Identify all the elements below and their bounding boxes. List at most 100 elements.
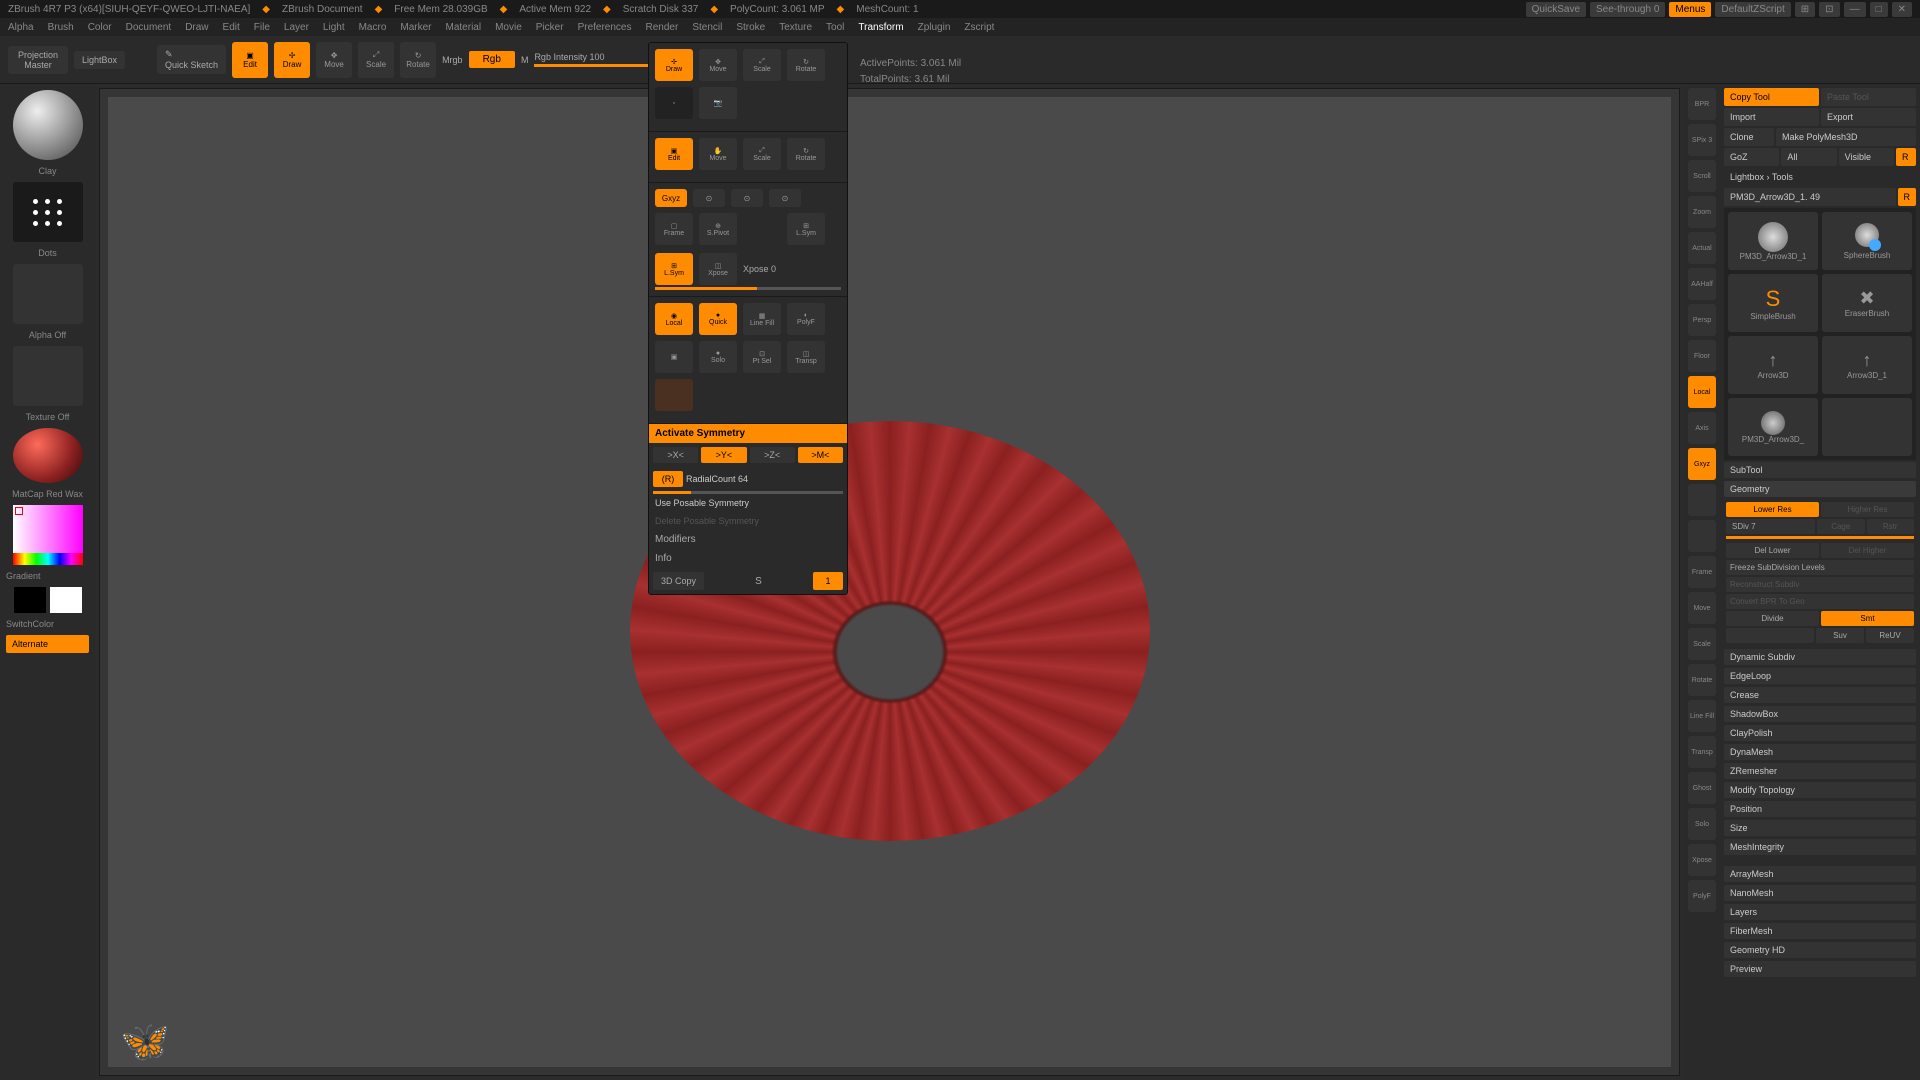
frame-button[interactable]: Frame xyxy=(1688,556,1716,588)
tool-thumb[interactable]: ✖EraserBrush xyxy=(1822,274,1912,332)
use-posable-symmetry-button[interactable]: Use Posable Symmetry xyxy=(649,494,847,512)
menu-alpha[interactable]: Alpha xyxy=(8,22,34,33)
clone-button[interactable]: Clone xyxy=(1724,128,1774,146)
window-maximize[interactable]: □ xyxy=(1870,2,1888,17)
rgb-button[interactable]: Rgb xyxy=(469,51,515,68)
menu-transform[interactable]: Transform xyxy=(858,22,903,33)
scale-button[interactable]: Scale xyxy=(1688,628,1716,660)
brush-preview[interactable] xyxy=(13,90,83,160)
actual-button[interactable]: Actual xyxy=(1688,232,1716,264)
reuv-button[interactable]: ReUV xyxy=(1866,628,1914,643)
menu-edit[interactable]: Edit xyxy=(223,22,240,33)
window-close[interactable]: ✕ xyxy=(1892,2,1912,17)
smt-button[interactable]: Smt xyxy=(1821,611,1914,626)
copy-tool-button[interactable]: Copy Tool xyxy=(1724,88,1819,106)
rotate-button[interactable]: ↻Rotate xyxy=(400,42,436,78)
axis-button[interactable]: Axis xyxy=(1688,412,1716,444)
crease-section[interactable]: Crease xyxy=(1724,687,1916,703)
swatch-black[interactable] xyxy=(14,587,46,613)
xpose-button[interactable]: Xpose xyxy=(1688,844,1716,876)
sym-y-button[interactable]: >Y< xyxy=(701,447,746,463)
switchcolor-button[interactable]: SwitchColor xyxy=(6,619,89,629)
goz-button[interactable]: GoZ xyxy=(1724,148,1779,166)
gradient-label[interactable]: Gradient xyxy=(6,571,89,581)
rotate-button[interactable]: Rotate xyxy=(1688,664,1716,696)
higher-res-button[interactable]: Higher Res xyxy=(1821,502,1914,517)
tool-thumb[interactable]: PM3D_Arrow3D_ xyxy=(1728,398,1818,456)
quicksave-button[interactable]: QuickSave xyxy=(1526,2,1586,17)
divide-button[interactable]: Divide xyxy=(1726,611,1819,626)
tool-name-field[interactable]: PM3D_Arrow3D_1. 49 xyxy=(1724,188,1896,206)
popup-rotate2-button[interactable]: ↻Rotate xyxy=(787,138,825,170)
menu-stroke[interactable]: Stroke xyxy=(736,22,765,33)
menu-tool[interactable]: Tool xyxy=(826,22,844,33)
window-control[interactable]: ⊞ xyxy=(1795,2,1815,17)
lsym2-button[interactable]: ⊞L.Sym xyxy=(655,253,693,285)
projection-master-button[interactable]: Projection Master xyxy=(8,46,68,74)
size-section[interactable]: Size xyxy=(1724,820,1916,836)
menu-layer[interactable]: Layer xyxy=(284,22,309,33)
menu-zscript[interactable]: Zscript xyxy=(964,22,994,33)
popup-move2-button[interactable]: ✋Move xyxy=(699,138,737,170)
zoom-button[interactable]: Zoom xyxy=(1688,196,1716,228)
del-higher-button[interactable]: Del Higher xyxy=(1821,543,1914,558)
sym-r-button[interactable]: (R) xyxy=(653,471,683,487)
quick-sketch-button[interactable]: ✎Quick Sketch xyxy=(157,45,226,74)
meshintegrity-section[interactable]: MeshIntegrity xyxy=(1724,839,1916,855)
nanomesh-section[interactable]: NanoMesh xyxy=(1724,885,1916,901)
local-button[interactable]: Local xyxy=(1688,376,1716,408)
spix-button[interactable]: SPix 3 xyxy=(1688,124,1716,156)
dynamesh-section[interactable]: DynaMesh xyxy=(1724,744,1916,760)
extra-button[interactable] xyxy=(655,379,693,411)
layers-section[interactable]: Layers xyxy=(1724,904,1916,920)
popup-move-button[interactable]: ✥Move xyxy=(699,49,737,81)
del-lower-button[interactable]: Del Lower xyxy=(1726,543,1819,558)
activate-symmetry-button[interactable]: Activate Symmetry xyxy=(649,424,847,443)
menu-draw[interactable]: Draw xyxy=(185,22,208,33)
window-minimize[interactable]: — xyxy=(1844,2,1866,17)
sdiv-slider[interactable]: SDiv 7 xyxy=(1726,519,1815,534)
sym-x-button[interactable]: >X< xyxy=(653,447,698,463)
goz-r-button[interactable]: R xyxy=(1896,148,1916,166)
menu-material[interactable]: Material xyxy=(446,22,482,33)
menu-macro[interactable]: Macro xyxy=(359,22,387,33)
popup-rotate-button[interactable]: ↻Rotate xyxy=(787,49,825,81)
gz-button[interactable]: ⊙ xyxy=(769,189,801,207)
xpose-slider[interactable]: Xpose 0 xyxy=(743,264,776,274)
alternate-button[interactable]: Alternate xyxy=(6,635,89,653)
texture-preview[interactable] xyxy=(13,346,83,406)
menu-texture[interactable]: Texture xyxy=(779,22,812,33)
stroke-preview[interactable] xyxy=(13,182,83,242)
menus-button[interactable]: Menus xyxy=(1669,2,1711,17)
popup-draw-button[interactable]: ✢Draw xyxy=(655,49,693,81)
gx-button[interactable]: ⊙ xyxy=(693,189,725,207)
move-button[interactable]: Move xyxy=(1688,592,1716,624)
linefill-button[interactable]: Line Fill xyxy=(1688,700,1716,732)
zremesher-section[interactable]: ZRemesher xyxy=(1724,763,1916,779)
arraymesh-section[interactable]: ArrayMesh xyxy=(1724,866,1916,882)
reconstruct-button[interactable]: Reconstruct Subdiv xyxy=(1726,577,1914,592)
tool-thumb[interactable]: SphereBrush xyxy=(1822,212,1912,270)
popup-scale2-button[interactable]: ⤢Scale xyxy=(743,138,781,170)
3d-copy-button[interactable]: 3D Copy xyxy=(653,572,704,590)
popup-snapshot-button[interactable]: ▫ xyxy=(655,87,693,119)
solo-button[interactable]: ●Solo xyxy=(699,341,737,373)
floor-button[interactable]: Floor xyxy=(1688,340,1716,372)
convert-bpr-button[interactable]: Convert BPR To Geo xyxy=(1726,594,1914,609)
gy-button[interactable]: ⊙ xyxy=(731,189,763,207)
import-button[interactable]: Import xyxy=(1724,108,1819,126)
lsym-button[interactable]: ⊞L.Sym xyxy=(787,213,825,245)
local-button[interactable]: ◉Local xyxy=(655,303,693,335)
edgeloop-section[interactable]: EdgeLoop xyxy=(1724,668,1916,684)
cage-button[interactable]: Cage xyxy=(1817,519,1865,534)
side-icon[interactable] xyxy=(1688,484,1716,516)
ptsel-button[interactable]: ⊡Pt Sel xyxy=(743,341,781,373)
dynamic-subdiv-section[interactable]: Dynamic Subdiv xyxy=(1724,649,1916,665)
gxyz-button[interactable]: Gxyz xyxy=(655,189,687,207)
spivot-button[interactable]: ⊕S.Pivot xyxy=(699,213,737,245)
material-preview[interactable] xyxy=(13,428,83,483)
menu-preferences[interactable]: Preferences xyxy=(578,22,632,33)
menu-render[interactable]: Render xyxy=(646,22,679,33)
aahalf-button[interactable]: AAHalf xyxy=(1688,268,1716,300)
ghost-button[interactable]: Ghost xyxy=(1688,772,1716,804)
